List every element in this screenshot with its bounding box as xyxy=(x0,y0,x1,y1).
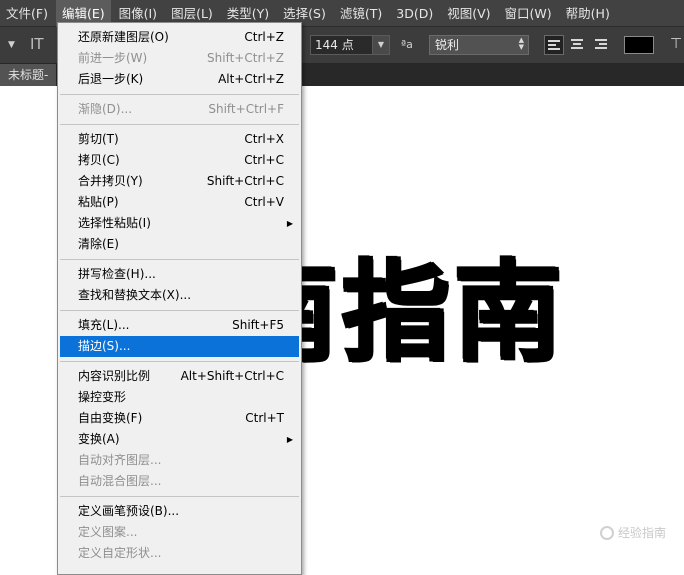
align-right-button[interactable] xyxy=(592,35,612,55)
edit-menu-item[interactable]: 选择性粘贴(I) ▶ xyxy=(58,213,301,234)
edit-menu-item: 定义图案... xyxy=(58,522,301,543)
watermark: 经验指南 xyxy=(599,524,666,541)
edit-menu-item-shortcut: Ctrl+Z xyxy=(244,30,284,44)
edit-menu-item[interactable]: 填充(L)... Shift+F5 xyxy=(58,315,301,336)
menu-separator xyxy=(60,259,299,260)
edit-menu-item-label: 操控变形 xyxy=(78,390,127,404)
edit-menu-item[interactable]: 自由变换(F) Ctrl+T xyxy=(58,408,301,429)
edit-menu-item-shortcut: Alt+Ctrl+Z xyxy=(218,72,284,86)
edit-menu-item-label: 变换(A) xyxy=(78,432,120,446)
edit-menu-item-shortcut: Ctrl+X xyxy=(244,132,284,146)
edit-menu-item-shortcut: Shift+Ctrl+Z xyxy=(207,51,284,65)
edit-menu-item-label: 拼写检查(H)... xyxy=(78,267,156,281)
warp-text-icon[interactable]: ⊤ xyxy=(670,36,682,52)
font-size-value: 144 点 xyxy=(315,38,354,52)
edit-menu-item[interactable]: 剪切(T) Ctrl+X xyxy=(58,129,301,150)
edit-menu-item-shortcut: Shift+Ctrl+F xyxy=(208,102,284,116)
menu-separator xyxy=(60,361,299,362)
edit-menu-item-label: 清除(E) xyxy=(78,237,119,251)
edit-menu-item-label: 渐隐(D)... xyxy=(78,102,133,116)
edit-menu-item-label: 自动混合图层... xyxy=(78,474,162,488)
edit-menu-item-label: 自由变换(F) xyxy=(78,411,143,425)
align-center-icon xyxy=(571,39,585,49)
edit-menu-item[interactable]: 内容识别比例 Alt+Shift+Ctrl+C xyxy=(58,366,301,387)
menu-item-9[interactable]: 窗口(W) xyxy=(499,0,558,27)
align-center-button[interactable] xyxy=(568,35,588,55)
triangle-right-icon: ▶ xyxy=(286,435,293,444)
menu-item-7[interactable]: 3D(D) xyxy=(390,0,439,27)
antialias-select[interactable]: 锐利 ▲ ▼ xyxy=(429,35,529,55)
align-right-icon xyxy=(595,39,609,49)
menu-item-10[interactable]: 帮助(H) xyxy=(560,0,616,27)
edit-menu-item-label: 定义画笔预设(B)... xyxy=(78,504,180,518)
edit-menu-item[interactable]: 拼写检查(H)... xyxy=(58,264,301,285)
edit-menu-item-label: 描边(S)... xyxy=(78,339,131,353)
edit-menu-item[interactable]: 定义画笔预设(B)... xyxy=(58,501,301,522)
edit-menu-item: 前进一步(W) Shift+Ctrl+Z xyxy=(58,48,301,69)
edit-menu-item-label: 拷贝(C) xyxy=(78,153,120,167)
edit-menu-item-label: 合并拷贝(Y) xyxy=(78,174,143,188)
edit-menu-item: 定义自定形状... xyxy=(58,543,301,564)
menu-separator xyxy=(60,124,299,125)
align-left-button[interactable] xyxy=(544,35,564,55)
font-size-field[interactable]: 144 点 ▼ xyxy=(310,35,390,55)
edit-menu-dropdown: 还原新建图层(O) Ctrl+Z 前进一步(W) Shift+Ctrl+Z 后退一步(K… xyxy=(57,22,302,575)
edit-menu-item[interactable]: 拷贝(C) Ctrl+C xyxy=(58,150,301,171)
menu-separator xyxy=(60,496,299,497)
edit-menu-item-shortcut: Ctrl+V xyxy=(244,195,284,209)
document-tab[interactable]: 未标题- xyxy=(0,64,58,86)
edit-menu-item-label: 内容识别比例 xyxy=(78,369,151,383)
triangle-right-icon: ▶ xyxy=(286,219,293,228)
text-color-swatch[interactable] xyxy=(624,36,654,54)
menu-separator xyxy=(60,94,299,95)
align-left-icon xyxy=(548,40,560,50)
edit-menu-item-label: 选择性粘贴(I) xyxy=(78,216,151,230)
edit-menu-item-shortcut: Ctrl+C xyxy=(244,153,284,167)
edit-menu-item-label: 粘贴(P) xyxy=(78,195,119,209)
edit-menu-item[interactable]: 变换(A) ▶ xyxy=(58,429,301,450)
edit-menu-item: 自动混合图层... xyxy=(58,471,301,492)
edit-menu-item-label: 前进一步(W) xyxy=(78,51,148,65)
edit-menu-item[interactable]: 还原新建图层(O) Ctrl+Z xyxy=(58,27,301,48)
menu-item-0[interactable]: 文件(F) xyxy=(0,0,54,27)
edit-menu-item-shortcut: Shift+Ctrl+C xyxy=(206,174,284,188)
edit-menu-item-label: 后退一步(K) xyxy=(78,72,144,86)
edit-menu-item-label: 填充(L)... xyxy=(78,318,130,332)
edit-menu-item-shortcut: Ctrl+T xyxy=(245,411,284,425)
menu-separator xyxy=(60,310,299,311)
edit-menu-item[interactable]: 查找和替换文本(X)... xyxy=(58,285,301,306)
menu-item-6[interactable]: 滤镜(T) xyxy=(334,0,388,27)
edit-menu-item: 渐隐(D)... Shift+Ctrl+F xyxy=(58,99,301,120)
edit-menu-item-label: 定义图案... xyxy=(78,525,138,539)
edit-menu-item[interactable]: 合并拷贝(Y) Shift+Ctrl+C xyxy=(58,171,301,192)
edit-menu-item[interactable]: 清除(E) xyxy=(58,234,301,255)
antialias-value: 锐利 xyxy=(435,38,460,52)
edit-menu-item-shortcut: Shift+F5 xyxy=(232,318,284,332)
edit-menu-item-label: 还原新建图层(O) xyxy=(78,30,169,44)
text-orientation-icon[interactable]: IT xyxy=(30,35,44,53)
spinner-arrows-icon: ▲ ▼ xyxy=(518,36,524,51)
edit-menu-item-shortcut: Alt+Shift+Ctrl+C xyxy=(180,369,284,383)
edit-menu-item-label: 剪切(T) xyxy=(78,132,119,146)
antialias-icon: ªa xyxy=(401,38,413,51)
edit-menu-item[interactable]: 后退一步(K) Alt+Ctrl+Z xyxy=(58,69,301,90)
menu-item-8[interactable]: 视图(V) xyxy=(441,0,496,27)
chevron-down-icon[interactable]: ▼ xyxy=(372,36,389,54)
edit-menu-item: 自动对齐图层... xyxy=(58,450,301,471)
tool-preset-chevron-down-icon[interactable]: ▼ xyxy=(8,40,15,50)
watermark-text: 经验指南 xyxy=(617,526,666,540)
watermark-logo-icon xyxy=(599,525,614,540)
edit-menu-item[interactable]: 操控变形 xyxy=(58,387,301,408)
edit-menu-item[interactable]: 粘贴(P) Ctrl+V xyxy=(58,192,301,213)
edit-menu-item[interactable]: 描边(S)... xyxy=(60,336,299,357)
edit-menu-item-label: 查找和替换文本(X)... xyxy=(78,288,192,302)
edit-menu-item-label: 定义自定形状... xyxy=(78,546,162,560)
edit-menu-item-label: 自动对齐图层... xyxy=(78,453,162,467)
